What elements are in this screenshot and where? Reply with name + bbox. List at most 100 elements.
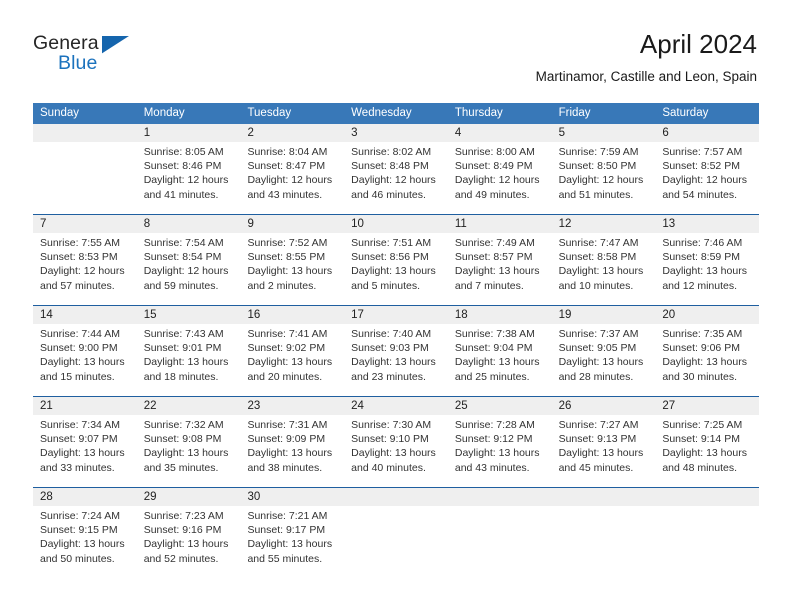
day-detail-line: Sunset: 8:50 PM <box>558 160 637 173</box>
calendar-day-cell[interactable]: 9 Sunrise: 7:52 AM Sunset: 8:55 PM Daylight… <box>240 215 344 305</box>
calendar-day-cell[interactable]: 5 Sunrise: 7:59 AM Sunset: 8:50 PM Daylight… <box>552 124 656 214</box>
day-detail-line: and 18 minutes. <box>143 370 219 383</box>
day-detail-line: Sunrise: 7:46 AM <box>662 237 743 249</box>
day-details: Sunrise: 8:02 AM Sunset: 8:48 PM Daylight:… <box>351 145 442 202</box>
calendar-day-cell[interactable]: 10 Sunrise: 7:51 AM Sunset: 8:56 PM Dayligh… <box>344 215 448 305</box>
day-detail-line: Sunrise: 7:47 AM <box>558 237 639 249</box>
day-detail-line: Sunset: 8:56 PM <box>351 251 429 264</box>
day-detail-line: Daylight: 13 hours <box>454 356 540 369</box>
calendar-day-cell[interactable]: 6 Sunrise: 7:57 AM Sunset: 8:52 PM Daylight… <box>655 124 759 214</box>
calendar-day-cell[interactable]: 17 Sunrise: 7:40 AM Sunset: 9:03 PM Dayligh… <box>344 306 448 396</box>
day-detail-line: and 2 minutes. <box>247 279 317 292</box>
day-detail-line: Sunrise: 7:40 AM <box>351 328 432 340</box>
day-detail-line: Sunset: 9:10 PM <box>351 433 429 446</box>
calendar-day-cell[interactable]: 8 Sunrise: 7:54 AM Sunset: 8:54 PM Daylight… <box>137 215 241 305</box>
day-detail-line: and 48 minutes. <box>662 461 738 474</box>
calendar-day-cell[interactable]: 22 Sunrise: 7:32 AM Sunset: 9:08 PM Dayligh… <box>137 397 241 487</box>
day-detail-line: and 20 minutes. <box>247 370 323 383</box>
calendar-day-cell[interactable]: 12 Sunrise: 7:47 AM Sunset: 8:58 PM Dayligh… <box>552 215 656 305</box>
calendar-day-cell[interactable]: 15 Sunrise: 7:43 AM Sunset: 9:01 PM Dayligh… <box>137 306 241 396</box>
calendar-day-cell[interactable]: 18 Sunrise: 7:38 AM Sunset: 9:04 PM Dayligh… <box>448 306 552 396</box>
day-details: Sunrise: 7:54 AM Sunset: 8:54 PM Daylight:… <box>144 236 235 293</box>
day-detail-line: Sunset: 8:54 PM <box>143 251 222 264</box>
calendar-day-cell[interactable]: 4 Sunrise: 8:00 AM Sunset: 8:49 PM Daylight… <box>448 124 552 214</box>
day-detail-line: Sunrise: 7:54 AM <box>143 237 224 249</box>
day-detail-line: Daylight: 13 hours <box>454 265 540 278</box>
day-detail-line: Sunset: 9:04 PM <box>454 342 533 355</box>
day-detail-line: Sunrise: 7:52 AM <box>247 237 328 249</box>
day-detail-line: Daylight: 12 hours <box>351 174 436 187</box>
calendar-day-cell[interactable]: 16 Sunrise: 7:41 AM Sunset: 9:02 PM Dayligh… <box>240 306 344 396</box>
day-detail-line: and 57 minutes. <box>40 279 115 292</box>
day-details: Sunrise: 7:41 AM Sunset: 9:02 PM Daylight:… <box>247 327 338 384</box>
day-number: 21 <box>40 400 53 412</box>
day-number: 13 <box>662 218 676 230</box>
day-details: Sunrise: 7:43 AM Sunset: 9:01 PM Daylight:… <box>144 327 235 384</box>
triangle-logo-icon <box>101 36 129 54</box>
brand-logo[interactable]: General Blue <box>33 32 233 82</box>
calendar-day-cell[interactable]: 11 Sunrise: 7:49 AM Sunset: 8:57 PM Dayligh… <box>448 215 552 305</box>
day-number: 6 <box>662 127 669 139</box>
calendar-day-cell-empty <box>655 488 759 578</box>
day-number: 23 <box>247 400 261 412</box>
calendar-weeks: 1 Sunrise: 8:05 AM Sunset: 8:46 PM Daylight… <box>33 124 759 578</box>
day-number: 3 <box>351 127 358 139</box>
day-detail-line: and 43 minutes. <box>454 461 530 474</box>
day-detail-line: Sunset: 9:07 PM <box>40 433 118 446</box>
calendar-page: General Blue April 2024 Martinamor, Cast… <box>0 0 792 612</box>
calendar-day-cell[interactable]: 1 Sunrise: 8:05 AM Sunset: 8:46 PM Daylight… <box>137 124 241 214</box>
day-detail-line: Daylight: 13 hours <box>247 447 333 460</box>
day-detail-line: Daylight: 12 hours <box>247 174 333 187</box>
day-details: Sunrise: 7:51 AM Sunset: 8:56 PM Daylight:… <box>351 236 442 293</box>
day-detail-line: Sunrise: 7:49 AM <box>454 237 535 249</box>
calendar-day-cell[interactable]: 2 Sunrise: 8:04 AM Sunset: 8:47 PM Daylight… <box>240 124 344 214</box>
calendar-day-cell[interactable]: 27 Sunrise: 7:25 AM Sunset: 9:14 PM Dayligh… <box>655 397 759 487</box>
day-detail-line: Daylight: 13 hours <box>662 356 747 369</box>
day-number: 29 <box>143 491 157 503</box>
calendar-day-cell[interactable]: 3 Sunrise: 8:02 AM Sunset: 8:48 PM Daylight… <box>344 124 448 214</box>
calendar-day-cell-empty <box>552 488 656 578</box>
weekday-header-row: Sunday Monday Tuesday Wednesday Thursday Frid… <box>33 103 759 124</box>
day-detail-line: Sunrise: 7:21 AM <box>247 510 328 522</box>
day-detail-line: Daylight: 13 hours <box>143 538 229 551</box>
day-details: Sunrise: 7:40 AM Sunset: 9:03 PM Daylight:… <box>351 327 442 384</box>
calendar-week-cells: 21 Sunrise: 7:34 AM Sunset: 9:07 PM Dayligh… <box>33 397 759 487</box>
calendar-day-cell[interactable]: 19 Sunrise: 7:37 AM Sunset: 9:05 PM Dayligh… <box>552 306 656 396</box>
day-detail-line: Daylight: 13 hours <box>558 447 644 460</box>
day-detail-line: Sunset: 9:06 PM <box>662 342 740 355</box>
day-detail-line: Daylight: 12 hours <box>40 265 125 278</box>
day-details: Sunrise: 7:31 AM Sunset: 9:09 PM Daylight:… <box>247 418 338 475</box>
day-detail-line: Daylight: 13 hours <box>662 265 747 278</box>
day-detail-line: Daylight: 13 hours <box>662 447 747 460</box>
calendar-day-cell[interactable]: 14 Sunrise: 7:44 AM Sunset: 9:00 PM Dayligh… <box>33 306 137 396</box>
day-details: Sunrise: 7:44 AM Sunset: 9:00 PM Daylight:… <box>40 327 131 384</box>
day-detail-line: Sunset: 8:52 PM <box>662 160 740 173</box>
calendar-day-cell-empty <box>448 488 552 578</box>
day-detail-line: and 46 minutes. <box>351 188 426 201</box>
day-details: Sunrise: 7:27 AM Sunset: 9:13 PM Daylight:… <box>559 418 650 475</box>
calendar-day-cell[interactable]: 29 Sunrise: 7:23 AM Sunset: 9:16 PM Dayligh… <box>137 488 241 578</box>
calendar-day-cell[interactable]: 26 Sunrise: 7:27 AM Sunset: 9:13 PM Dayligh… <box>552 397 656 487</box>
day-detail-line: and 52 minutes. <box>143 552 219 565</box>
day-detail-line: and 50 minutes. <box>40 552 115 565</box>
calendar-day-cell[interactable]: 7 Sunrise: 7:55 AM Sunset: 8:53 PM Daylight… <box>33 215 137 305</box>
day-details: Sunrise: 7:30 AM Sunset: 9:10 PM Daylight:… <box>351 418 442 475</box>
day-details: Sunrise: 7:23 AM Sunset: 9:16 PM Daylight:… <box>144 509 235 566</box>
title-block: April 2024 Martinamor, Castille and Leon… <box>536 28 757 87</box>
calendar-day-cell[interactable]: 30 Sunrise: 7:21 AM Sunset: 9:17 PM Dayligh… <box>240 488 344 578</box>
calendar-day-cell[interactable]: 23 Sunrise: 7:31 AM Sunset: 9:09 PM Dayligh… <box>240 397 344 487</box>
calendar-day-cell[interactable]: 25 Sunrise: 7:28 AM Sunset: 9:12 PM Dayligh… <box>448 397 552 487</box>
calendar-day-cell[interactable]: 21 Sunrise: 7:34 AM Sunset: 9:07 PM Dayligh… <box>33 397 137 487</box>
calendar-day-cell[interactable]: 24 Sunrise: 7:30 AM Sunset: 9:10 PM Dayligh… <box>344 397 448 487</box>
day-number: 26 <box>558 400 572 412</box>
day-number: 10 <box>351 218 364 230</box>
calendar-day-cell[interactable]: 20 Sunrise: 7:35 AM Sunset: 9:06 PM Dayligh… <box>655 306 759 396</box>
calendar-day-cell[interactable]: 28 Sunrise: 7:24 AM Sunset: 9:15 PM Dayligh… <box>33 488 137 578</box>
page-subtitle: Martinamor, Castille and Leon, Spain <box>535 69 757 84</box>
day-detail-line: Daylight: 12 hours <box>143 174 229 187</box>
day-details: Sunrise: 7:49 AM Sunset: 8:57 PM Daylight:… <box>455 236 546 293</box>
calendar-day-cell[interactable]: 13 Sunrise: 7:46 AM Sunset: 8:59 PM Dayligh… <box>655 215 759 305</box>
day-detail-line: and 35 minutes. <box>143 461 219 474</box>
day-detail-line: Sunrise: 8:00 AM <box>454 146 535 158</box>
weekday-header-saturday: Saturday <box>662 107 709 119</box>
